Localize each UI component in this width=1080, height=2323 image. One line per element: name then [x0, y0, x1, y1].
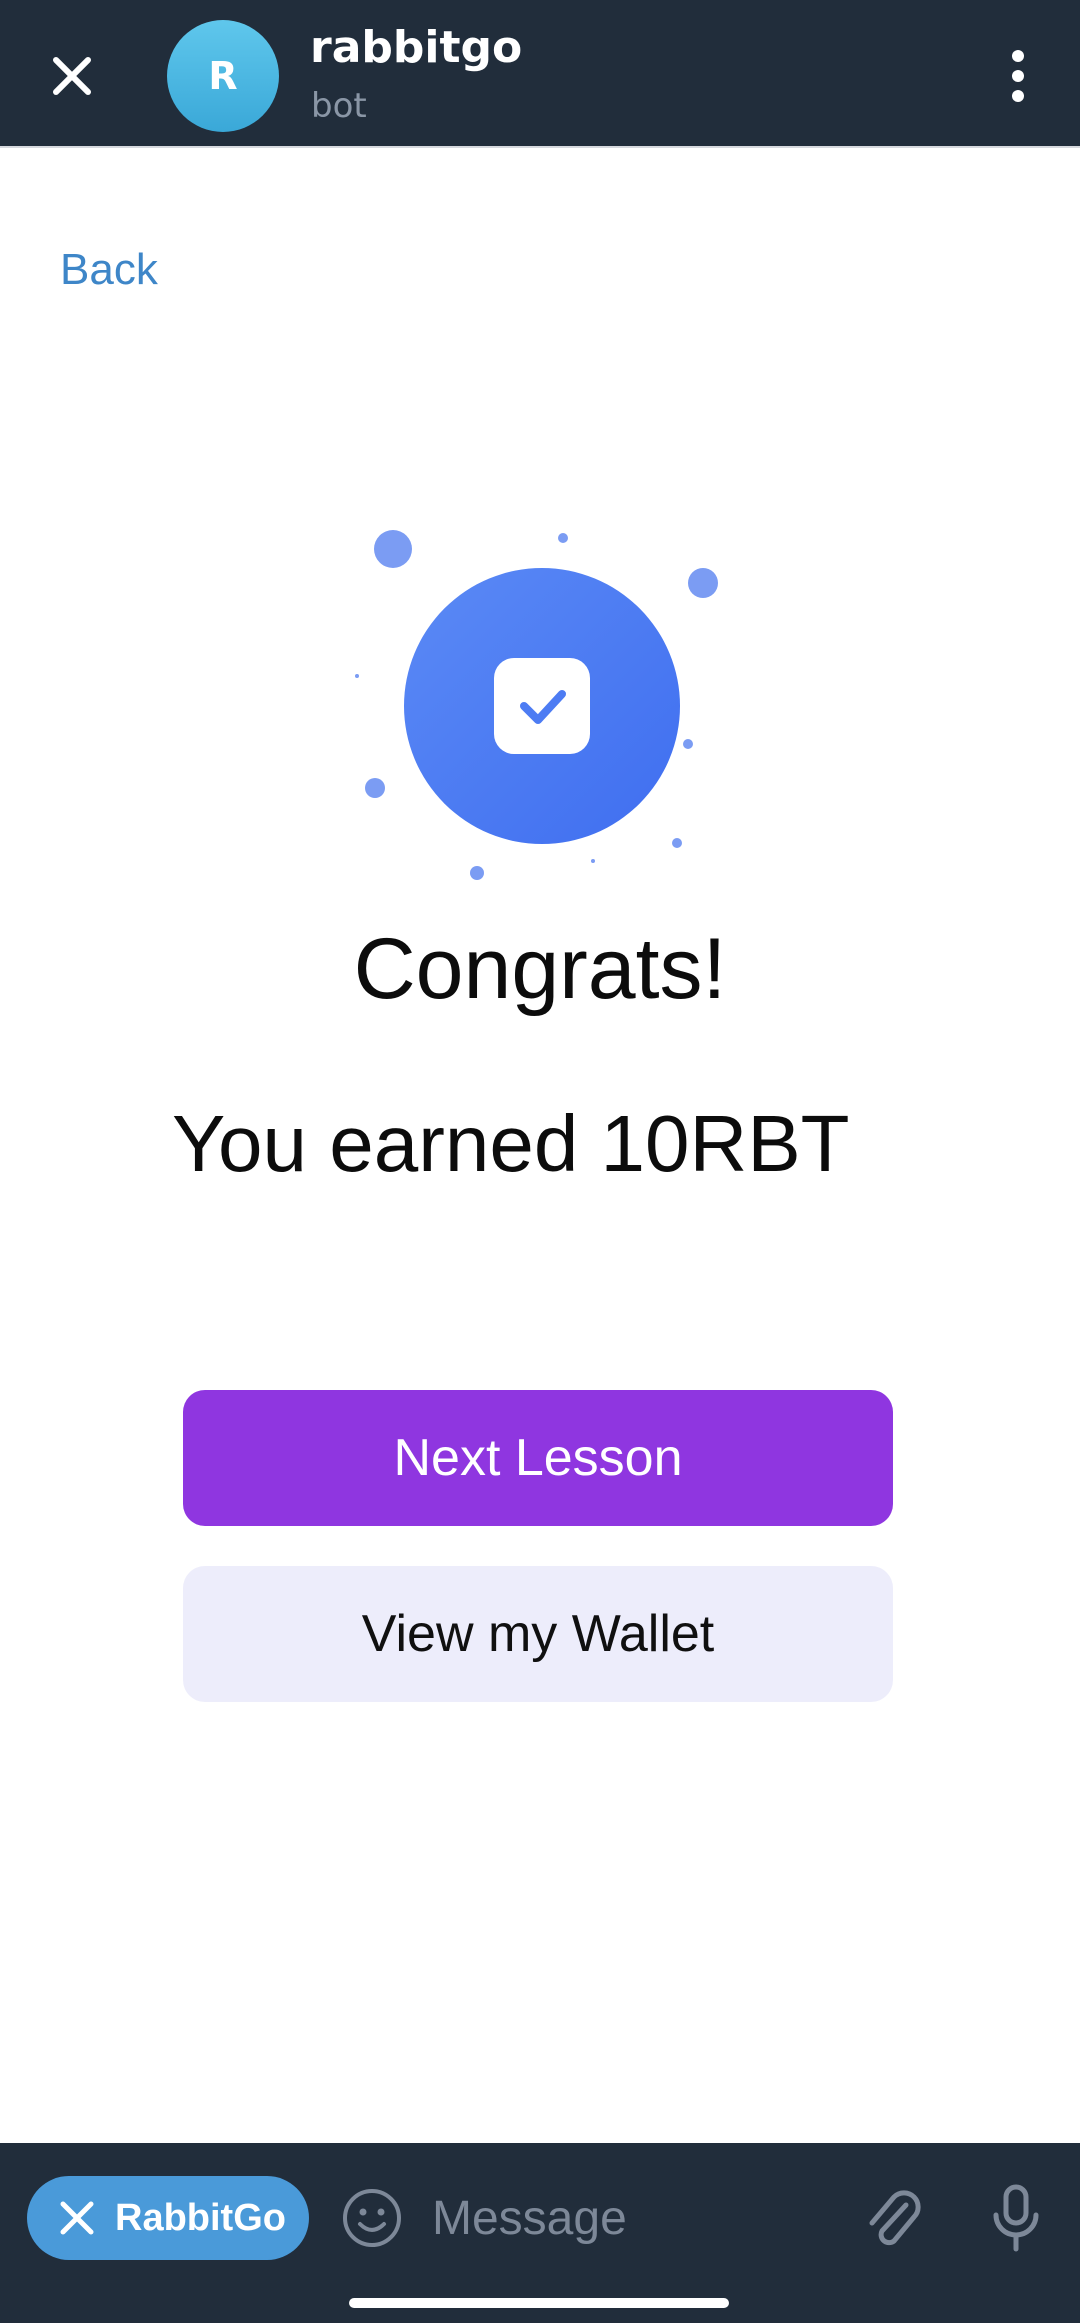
more-menu-button[interactable]	[996, 44, 1040, 108]
attach-icon	[869, 2190, 921, 2246]
message-input[interactable]	[432, 2181, 842, 2255]
next-lesson-button[interactable]: Next Lesson	[183, 1390, 893, 1526]
bot-app-chip[interactable]: RabbitGo	[27, 2176, 309, 2260]
more-vertical-icon	[1012, 50, 1024, 102]
emoji-button[interactable]	[340, 2186, 404, 2250]
success-illustration	[340, 510, 740, 910]
microphone-button[interactable]	[988, 2181, 1044, 2257]
view-wallet-button[interactable]: View my Wallet	[183, 1566, 893, 1702]
emoji-icon	[343, 2189, 401, 2247]
microphone-icon	[993, 2184, 1039, 2252]
checkbox-icon	[494, 658, 590, 754]
close-icon	[60, 2201, 94, 2235]
chat-subtitle: bot	[311, 86, 367, 126]
chat-title[interactable]: rabbitgo	[310, 22, 522, 73]
back-link[interactable]: Back	[60, 245, 158, 295]
close-button[interactable]	[36, 40, 108, 112]
attach-button[interactable]	[860, 2183, 924, 2255]
congrats-heading: Congrats!	[353, 921, 727, 1017]
bot-app-chip-label: RabbitGo	[115, 2196, 286, 2239]
message-bar: RabbitGo	[0, 2143, 1080, 2323]
home-indicator	[349, 2298, 729, 2308]
close-icon	[53, 57, 91, 95]
avatar[interactable]: R	[167, 20, 279, 132]
header-bar: R rabbitgo bot	[0, 0, 1080, 148]
earned-text: You earned 10RBT	[172, 1099, 850, 1188]
